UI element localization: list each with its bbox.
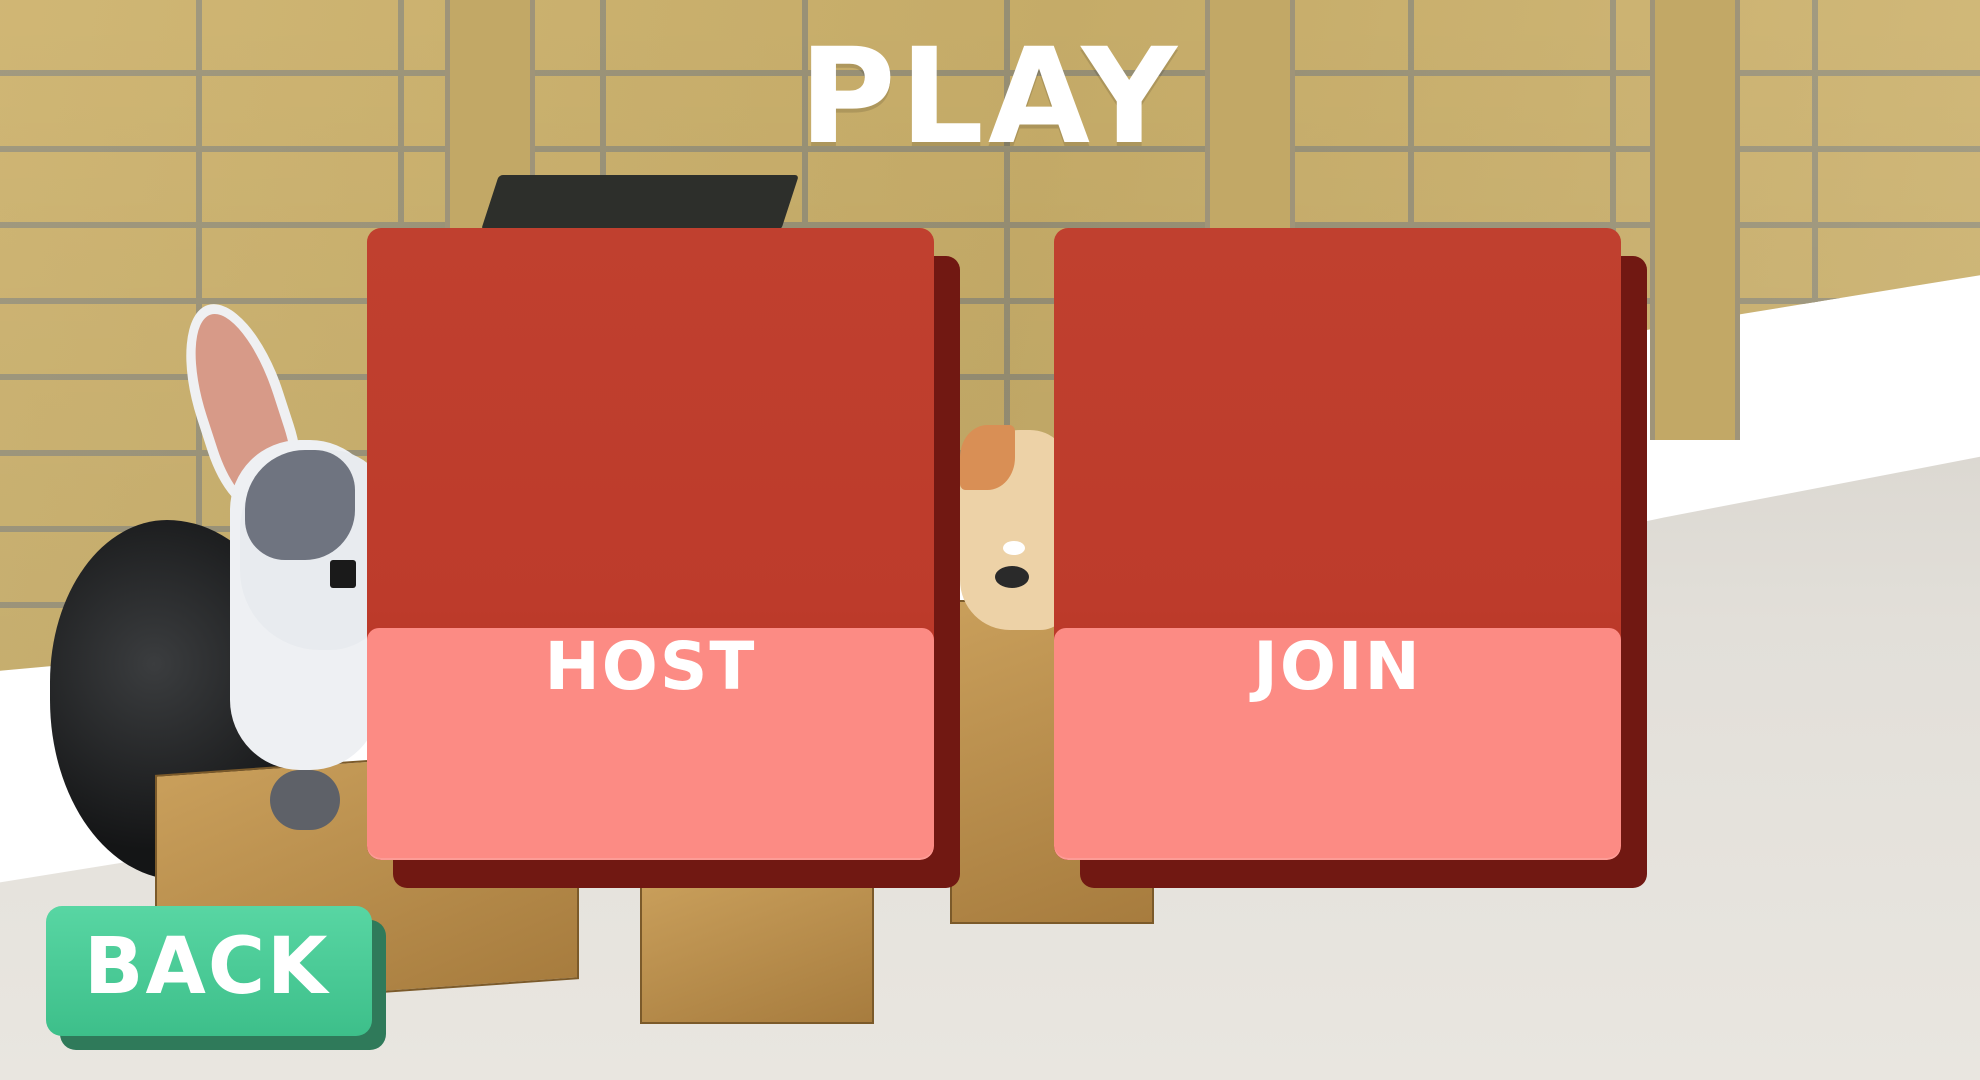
corgi-eye: [1003, 541, 1025, 555]
back-label: BACK: [84, 922, 330, 1012]
join-button[interactable]: JOIN: [1054, 228, 1647, 888]
bunny-foot: [270, 770, 340, 830]
host-button[interactable]: HOST: [367, 228, 960, 888]
cardboard-box: [640, 880, 874, 1024]
join-card-face[interactable]: JOIN: [1054, 228, 1621, 860]
corgi-ear: [960, 425, 1015, 490]
back-button[interactable]: BACK: [46, 906, 386, 1050]
bunny-eye: [330, 560, 356, 588]
corgi-nose: [995, 566, 1029, 588]
host-label: HOST: [544, 628, 757, 705]
page-title: PLAY: [799, 20, 1181, 174]
back-button-face[interactable]: BACK: [46, 906, 372, 1036]
join-label: JOIN: [1253, 628, 1422, 705]
bin-lid: [481, 175, 799, 230]
host-card-face[interactable]: HOST: [367, 228, 934, 860]
